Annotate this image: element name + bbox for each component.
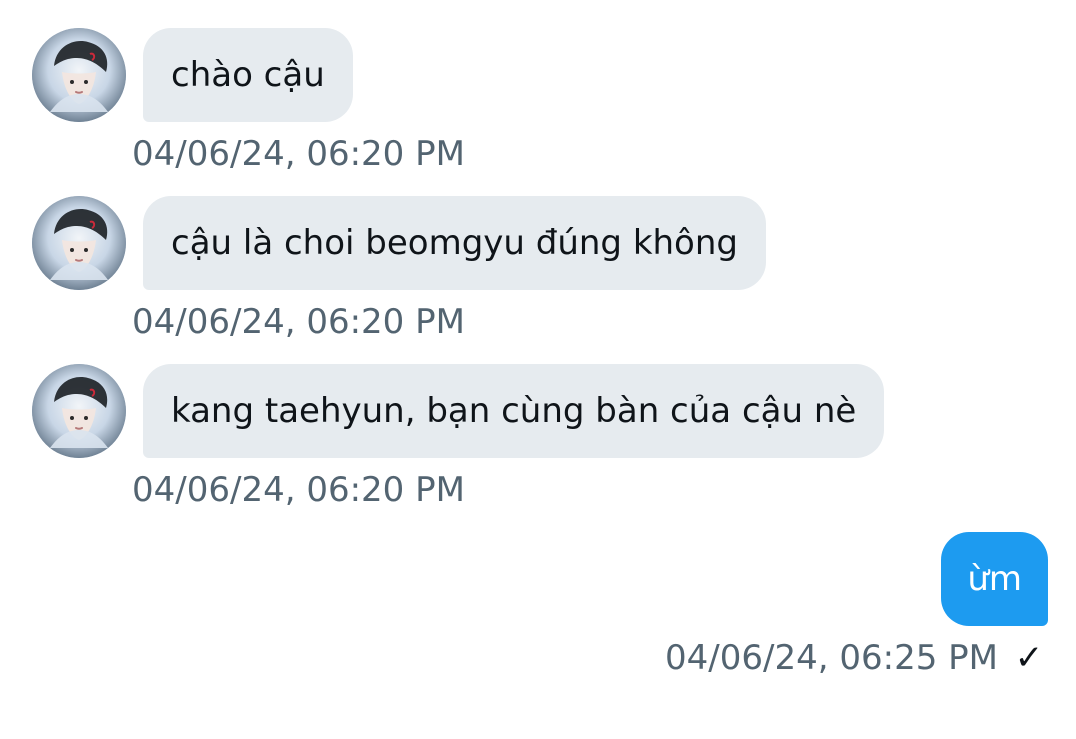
message-bubble[interactable]: cậu là choi beomgyu đúng không (143, 196, 766, 290)
message-timestamp: 04/06/24, 06:20 PM (132, 134, 465, 174)
message-bubble[interactable]: chào cậu (143, 28, 353, 122)
avatar-icon[interactable] (32, 364, 126, 458)
message-bubble[interactable]: kang taehyun, bạn cùng bàn của cậu nè (143, 364, 885, 458)
avatar-icon[interactable] (32, 28, 126, 122)
message-bubble[interactable]: ừm (941, 532, 1048, 626)
message-timestamp: 04/06/24, 06:20 PM (132, 470, 465, 510)
avatar-icon[interactable] (32, 196, 126, 290)
message-timestamp: 04/06/24, 06:25 PM (665, 638, 998, 678)
message-timestamp: 04/06/24, 06:20 PM (132, 302, 465, 342)
check-icon: ✓ (1014, 638, 1044, 678)
chat-thread: chào cậu 04/06/24, 06:20 PM cậu là choi … (0, 0, 1076, 739)
